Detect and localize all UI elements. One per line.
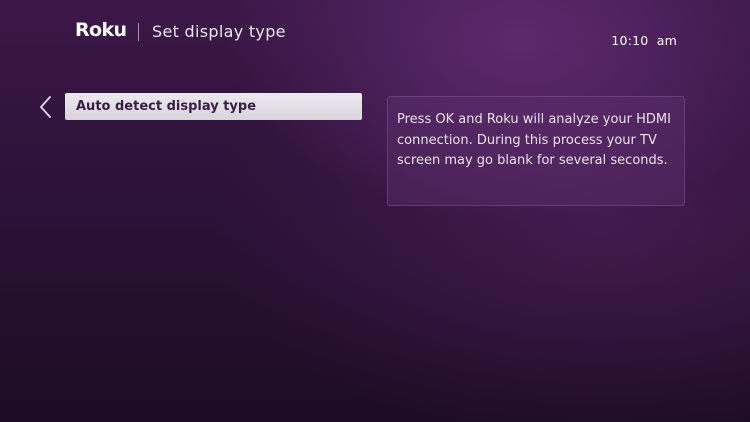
menu-item-auto-detect-display-type[interactable]: Auto detect display type	[65, 93, 362, 120]
info-panel: Press OK and Roku will analyze your HDMI…	[387, 96, 685, 206]
menu-item-label: Auto detect display type	[76, 99, 257, 114]
info-panel-text: Press OK and Roku will analyze your HDMI…	[397, 112, 671, 168]
roku-logo: Roku	[75, 19, 127, 41]
title-divider	[138, 23, 139, 41]
clock: 10:10 am	[611, 33, 677, 48]
chevron-left-icon[interactable]	[38, 95, 54, 119]
page-title: Set display type	[152, 22, 286, 41]
